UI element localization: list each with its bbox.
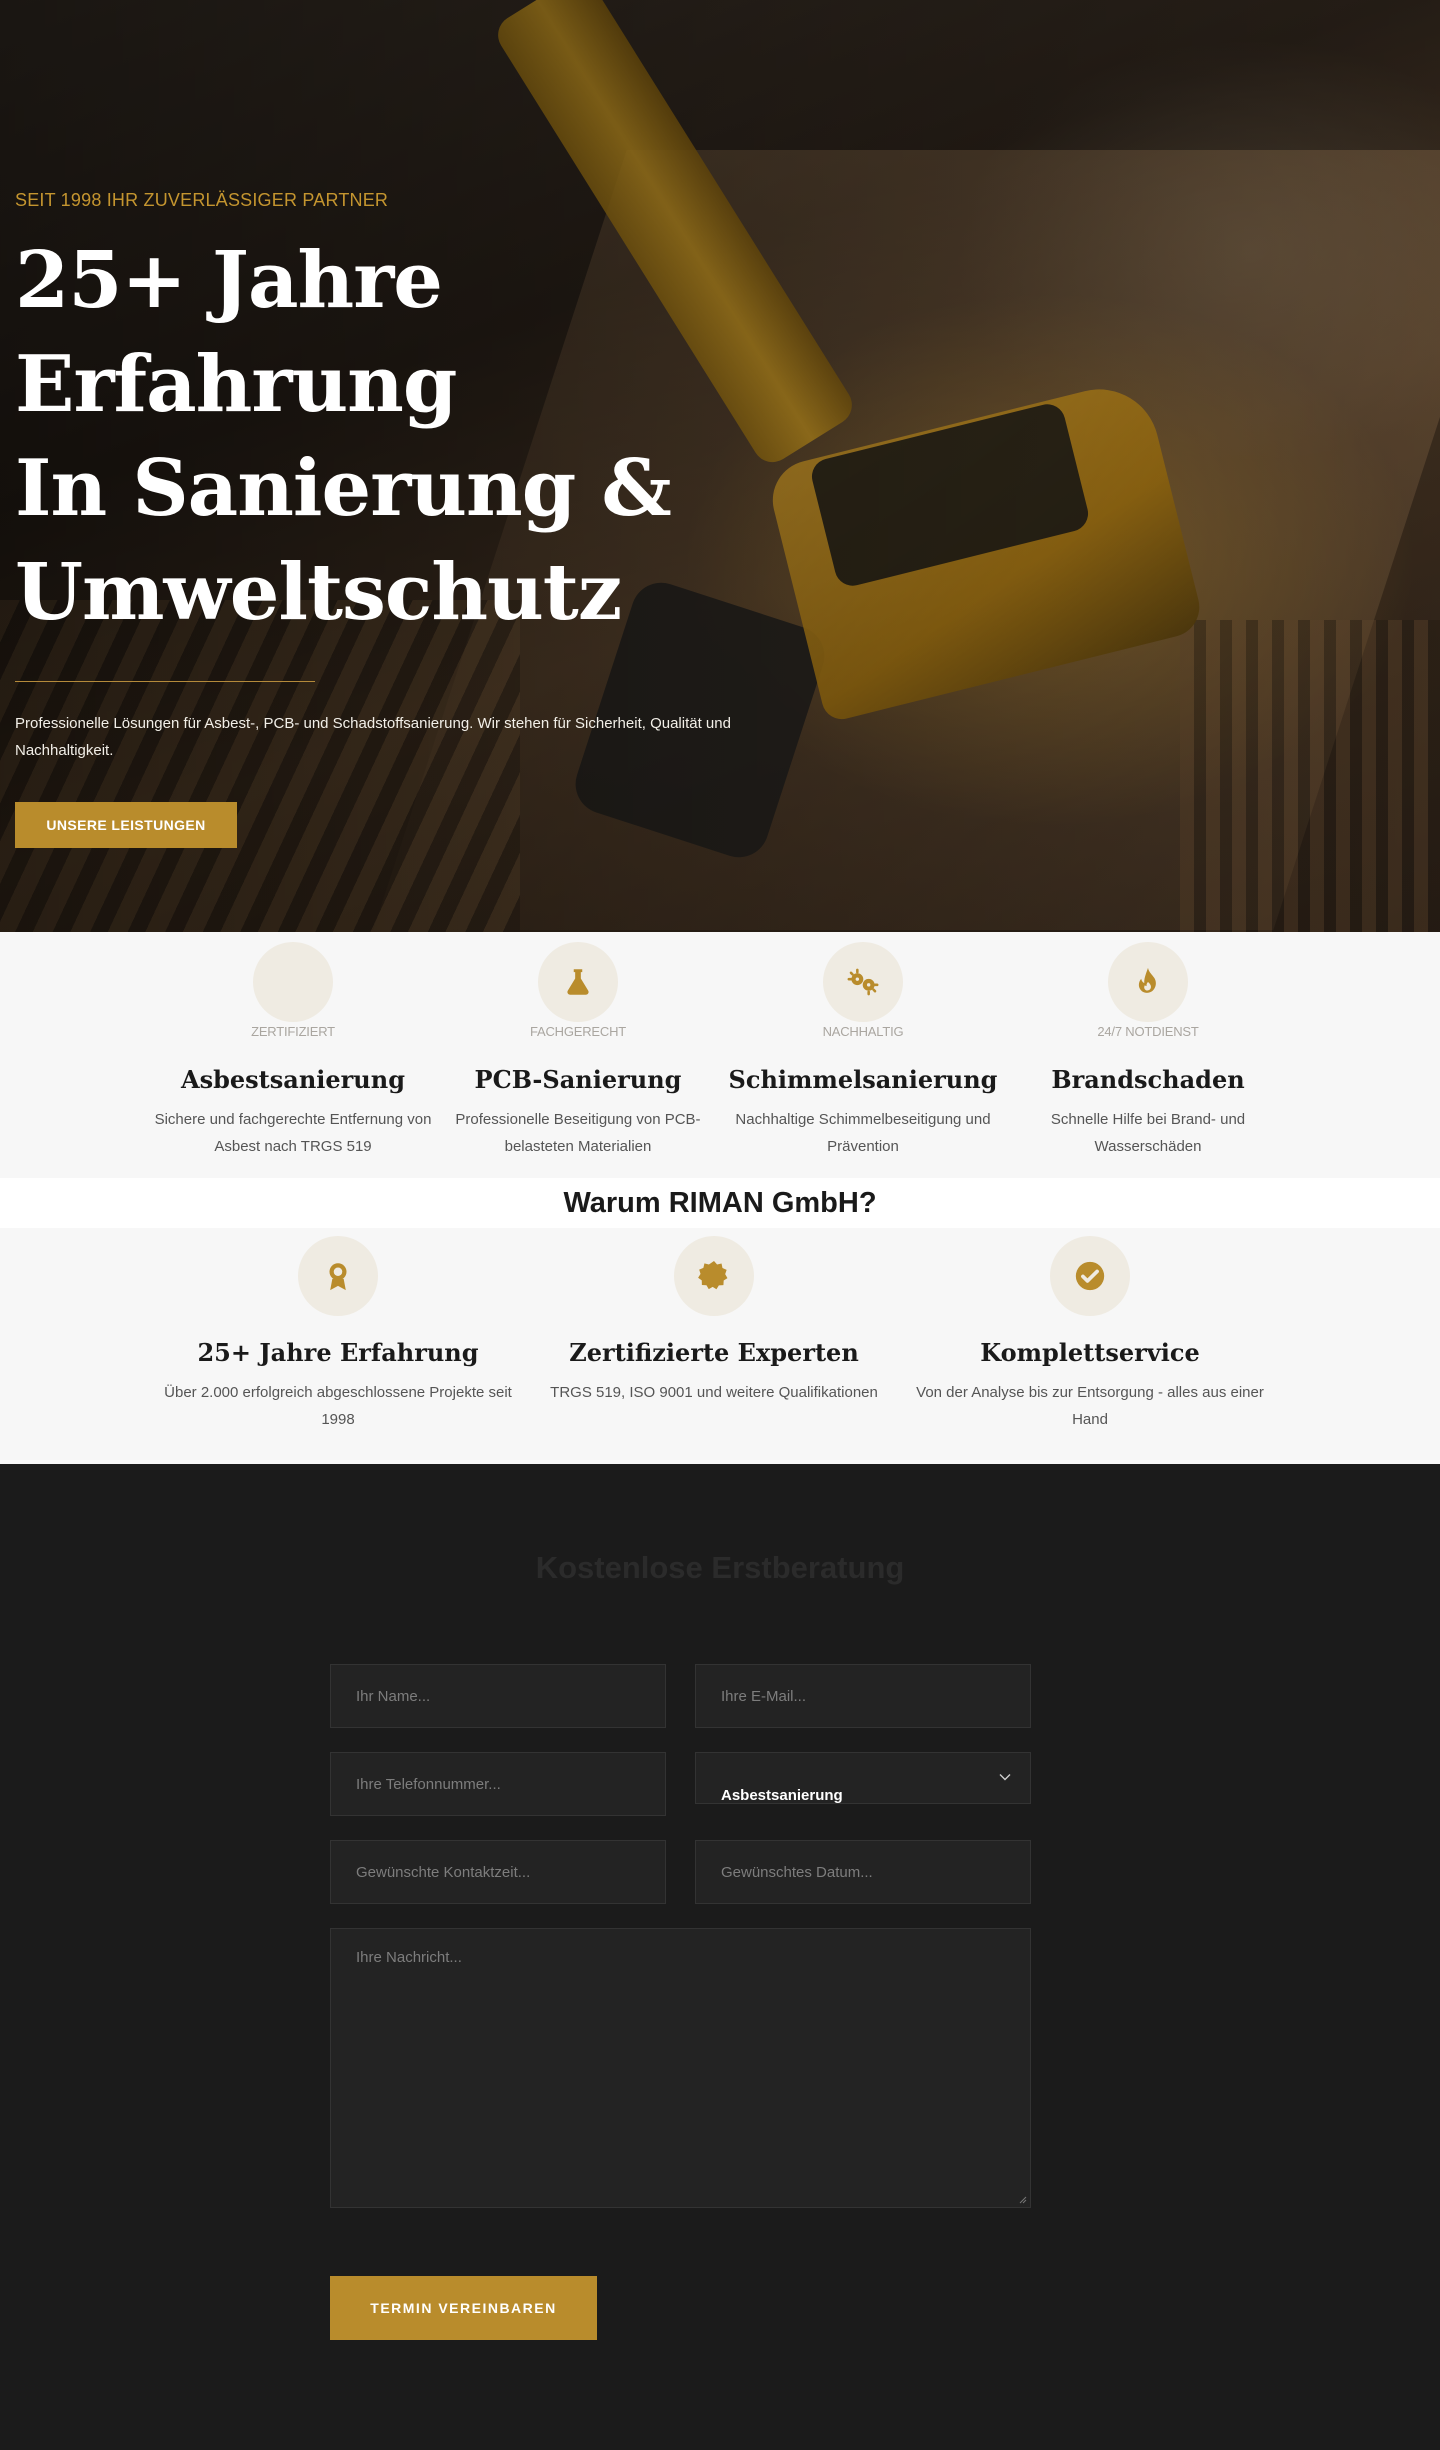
hero-description: Professionelle Lösungen für Asbest-, PCB… [15,715,731,759]
service-description: Schnelle Hilfe bei Brand- und Wasserschä… [1050,1111,1246,1155]
hero-content: SEIT 1998 IHR ZUVERLÄSSIGER PARTNER 25+ … [15,190,775,848]
hero-title-line-3: Umweltschutz [15,547,622,638]
service-select[interactable]: Asbestsanierung [695,1752,1031,1804]
service-icon-circle [1108,942,1188,1022]
message-textarea[interactable]: Ihre Nachricht... [330,1928,1031,2208]
message-placeholder: Ihre Nachricht... [356,1949,462,1966]
hero-title-line-1: 25+ Jahre Erfahrung [15,235,457,430]
service-icon-circle [823,942,903,1022]
award-icon [283,968,303,987]
name-input[interactable]: Ihr Name... [330,1664,666,1728]
certificate-icon [698,1260,728,1290]
why-item-certified: Zertifizierte Experten TRGS 519, ISO 900… [534,1236,894,1406]
service-card-asbest[interactable]: ZERTIFIZIERT Asbestsanierung Sichere und… [153,942,433,1160]
service-title: Brandschaden [1051,1065,1245,1094]
service-card-schimmel[interactable]: NACHHALTIG Schimmelsanierung Nachhaltige… [723,942,1003,1160]
why-item-experience: 25+ Jahre Erfahrung Über 2.000 erfolgrei… [158,1236,518,1433]
service-tag: NACHHALTIG [822,1024,904,1039]
contact-section: Kostenlose Erstberatung Ihr Name... Ihre… [0,1464,1440,2450]
hero-section: SEIT 1998 IHR ZUVERLÄSSIGER PARTNER 25+ … [0,0,1440,932]
service-description: Professionelle Beseitigung von PCB-belas… [455,1111,701,1155]
hero-title-line-2: In Sanierung & [15,443,672,534]
why-item-fullservice: Komplettservice Von der Analyse bis zur … [910,1236,1270,1433]
check-circle-icon [1075,1261,1105,1291]
chevron-down-icon [999,1774,1011,1781]
service-tag: ZERTIFIZIERT [251,1024,335,1039]
why-icon-circle [674,1236,754,1316]
why-icon-circle [298,1236,378,1316]
why-header: Warum RIMAN GmbH? [0,1178,1440,1228]
why-item-title: Zertifizierte Experten [569,1338,859,1367]
service-icon-circle [538,942,618,1022]
services-section: ZERTIFIZIERT Asbestsanierung Sichere und… [0,932,1440,1178]
service-tag: 24/7 NOTDIENST [1097,1024,1199,1039]
why-item-description: Von der Analyse bis zur Entsorgung - all… [916,1384,1264,1428]
services-button[interactable]: UNSERE LEISTUNGEN [15,802,237,848]
hero-divider [15,681,315,682]
virus-icon [847,968,879,996]
service-description: Sichere und fachgerechte Entfernung von … [154,1111,432,1155]
hero-eyebrow: SEIT 1998 IHR ZUVERLÄSSIGER PARTNER [15,190,389,210]
service-icon-circle [253,942,333,1022]
medal-icon [329,1263,347,1291]
resize-handle-icon[interactable] [1017,2194,1027,2204]
service-title: PCB-Sanierung [474,1065,682,1094]
phone-input[interactable]: Ihre Telefonnummer... [330,1752,666,1816]
contact-time-input[interactable]: Gewünschte Kontaktzeit... [330,1840,666,1904]
hero-title: 25+ Jahre Erfahrung In Sanierung & Umwel… [15,229,775,645]
why-item-title: Komplettservice [980,1338,1200,1367]
why-section: 25+ Jahre Erfahrung Über 2.000 erfolgrei… [0,1228,1440,1464]
service-title: Asbestsanierung [180,1065,405,1094]
service-card-brandschaden[interactable]: 24/7 NOTDIENST Brandschaden Schnelle Hil… [1008,942,1288,1160]
why-item-description: Über 2.000 erfolgreich abgeschlossene Pr… [164,1384,512,1428]
email-input[interactable]: Ihre E-Mail... [695,1664,1031,1728]
contact-title: Kostenlose Erstberatung [535,1550,905,1585]
why-title: Warum RIMAN GmbH? [563,1187,877,1219]
service-title: Schimmelsanierung [728,1065,998,1094]
why-item-description: TRGS 519, ISO 9001 und weitere Qualifika… [550,1384,878,1401]
service-card-pcb[interactable]: FACHGERECHT PCB-Sanierung Professionelle… [438,942,718,1160]
service-select-value: Asbestsanierung [721,1787,843,1803]
why-icon-circle [1050,1236,1130,1316]
service-tag: FACHGERECHT [529,1024,627,1039]
date-input[interactable]: Gewünschtes Datum... [695,1840,1031,1904]
flask-icon [567,969,589,995]
fire-icon [1138,967,1156,993]
service-description: Nachhaltige Schimmelbeseitigung und Präv… [735,1111,991,1155]
why-item-title: 25+ Jahre Erfahrung [197,1338,479,1367]
submit-appointment-button[interactable]: TERMIN VEREINBAREN [330,2276,597,2340]
